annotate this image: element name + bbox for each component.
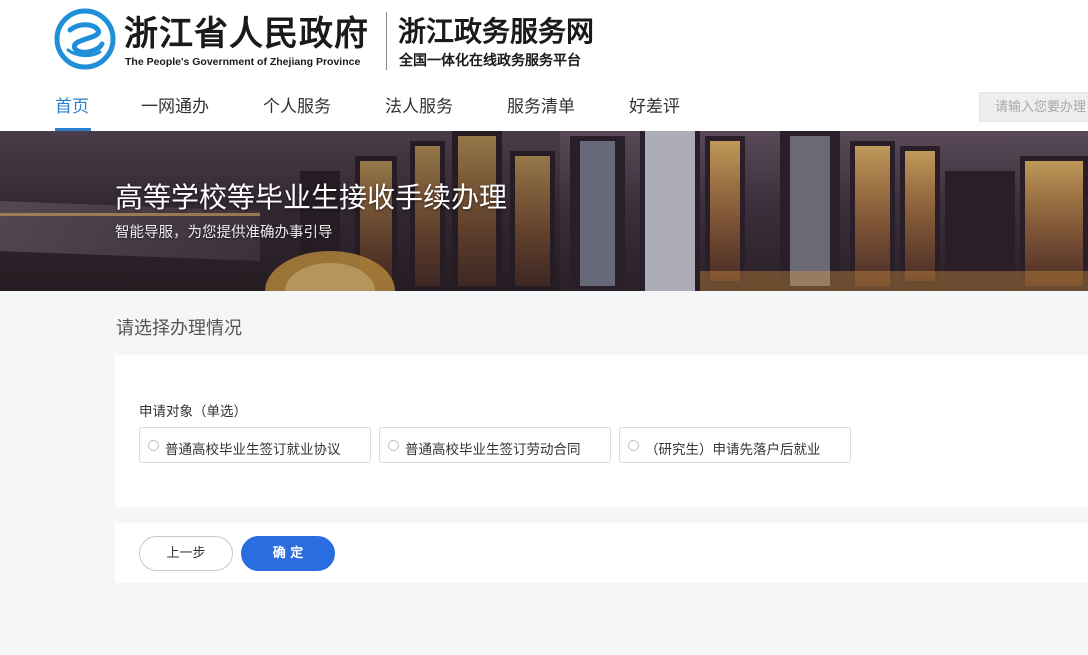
nav-item-service-list[interactable]: 服务清单 (507, 92, 575, 117)
page-banner: 高等学校等毕业生接收手续办理 智能导服，为您提供准确办事引导 (0, 131, 1088, 291)
options-card: 申请对象（单选） 普通高校毕业生签订就业协议 普通高校毕业生签订劳动合同 （研究… (115, 355, 1088, 507)
nav-item-evaluation[interactable]: 好差评 (629, 92, 680, 117)
header-divider (386, 12, 387, 70)
option-label: （研究生）申请先落户后就业 (645, 442, 821, 458)
banner-title: 高等学校等毕业生接收手续办理 (115, 181, 508, 214)
option-labor-contract[interactable]: 普通高校毕业生签订劳动合同 (379, 427, 611, 463)
option-label: 普通高校毕业生签订劳动合同 (405, 442, 581, 458)
field-label: 申请对象（单选） (139, 404, 247, 420)
nav-item-personal-services[interactable]: 个人服务 (263, 92, 331, 117)
option-employment-agreement[interactable]: 普通高校毕业生签订就业协议 (139, 427, 371, 463)
search-box (979, 92, 1088, 122)
banner-subtitle: 智能导服，为您提供准确办事引导 (115, 225, 333, 241)
gov-subtitle: The People's Government of Zhejiang Prov… (125, 56, 361, 68)
action-bar: 上一步 确 定 (115, 523, 1088, 583)
gov-title: 浙江省人民政府 (124, 14, 369, 54)
prev-step-button[interactable]: 上一步 (139, 536, 233, 571)
radio-button[interactable] (388, 440, 399, 451)
nav-item-corporate-services[interactable]: 法人服务 (385, 92, 453, 117)
site-header: 浙江省人民政府 The People's Government of Zheji… (0, 0, 1088, 131)
section-title: 请选择办理情况 (116, 318, 242, 339)
main-nav: 首页 一网通办 个人服务 法人服务 服务清单 好差评 (0, 88, 960, 131)
nav-item-home[interactable]: 首页 (55, 92, 89, 117)
site-title: 浙江政务服务网 (398, 15, 595, 48)
radio-button[interactable] (628, 440, 639, 451)
radio-button[interactable] (148, 440, 159, 451)
option-label: 普通高校毕业生签订就业协议 (165, 442, 341, 458)
option-settle-first[interactable]: （研究生）申请先落户后就业 (619, 427, 851, 463)
site-subtitle: 全国一体化在线政务服务平台 (399, 53, 581, 69)
confirm-button[interactable]: 确 定 (241, 536, 335, 571)
zhejiang-emblem-icon[interactable] (54, 8, 116, 70)
search-input[interactable] (980, 93, 1088, 121)
nav-item-one-stop[interactable]: 一网通办 (141, 92, 209, 117)
